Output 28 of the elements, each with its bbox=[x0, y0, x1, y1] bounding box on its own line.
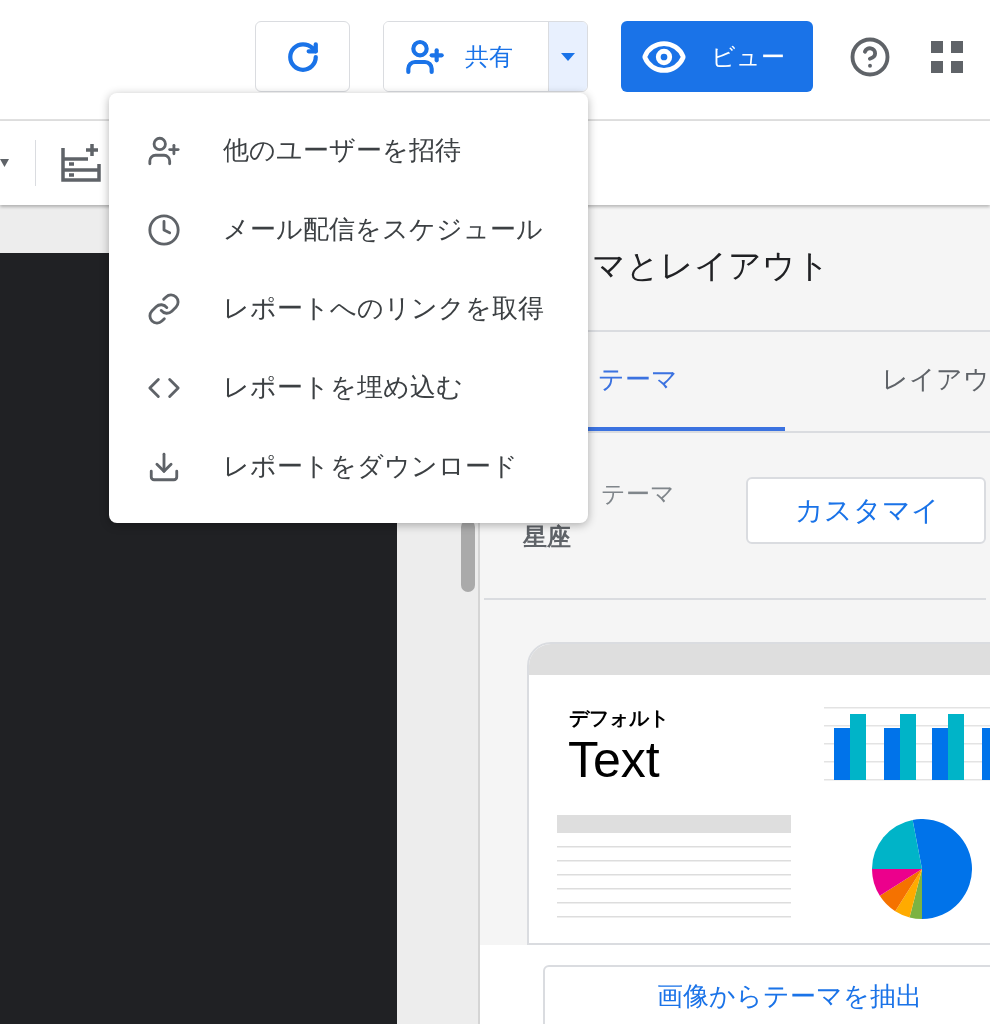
bar bbox=[982, 728, 990, 780]
scrollbar-thumb[interactable] bbox=[461, 520, 475, 592]
add-data-icon[interactable] bbox=[60, 142, 102, 184]
help-icon[interactable] bbox=[849, 36, 891, 78]
preview-heading: デフォルト bbox=[568, 705, 670, 731]
preview-sample-text: Text bbox=[567, 731, 661, 789]
theme-label: テーマ bbox=[600, 479, 676, 510]
view-button[interactable]: ビュー bbox=[621, 21, 813, 92]
customize-button[interactable]: カスタマイ bbox=[746, 477, 986, 544]
bar bbox=[948, 714, 964, 780]
link-icon bbox=[147, 291, 181, 326]
panel-tab[interactable]: レイアウ bbox=[785, 332, 990, 431]
bar bbox=[900, 714, 916, 780]
refresh-button[interactable] bbox=[255, 21, 350, 92]
theme-name: 星座 bbox=[523, 522, 572, 553]
apps-grid-icon[interactable] bbox=[931, 41, 963, 73]
bar bbox=[850, 714, 866, 780]
caret-icon[interactable] bbox=[0, 159, 9, 167]
refresh-icon bbox=[285, 39, 320, 74]
menu-item[interactable]: 他のユーザーを招待 bbox=[109, 111, 588, 190]
menu-item[interactable]: メール配信をスケジュール bbox=[109, 190, 588, 269]
bar bbox=[932, 728, 948, 780]
clock-icon bbox=[147, 212, 181, 247]
bar bbox=[834, 728, 850, 780]
panel-title: マとレイアウト bbox=[592, 244, 830, 287]
caret-icon bbox=[561, 52, 575, 61]
extract-theme-button[interactable]: 画像からテーマを抽出 bbox=[543, 965, 990, 1024]
bar bbox=[884, 728, 900, 780]
